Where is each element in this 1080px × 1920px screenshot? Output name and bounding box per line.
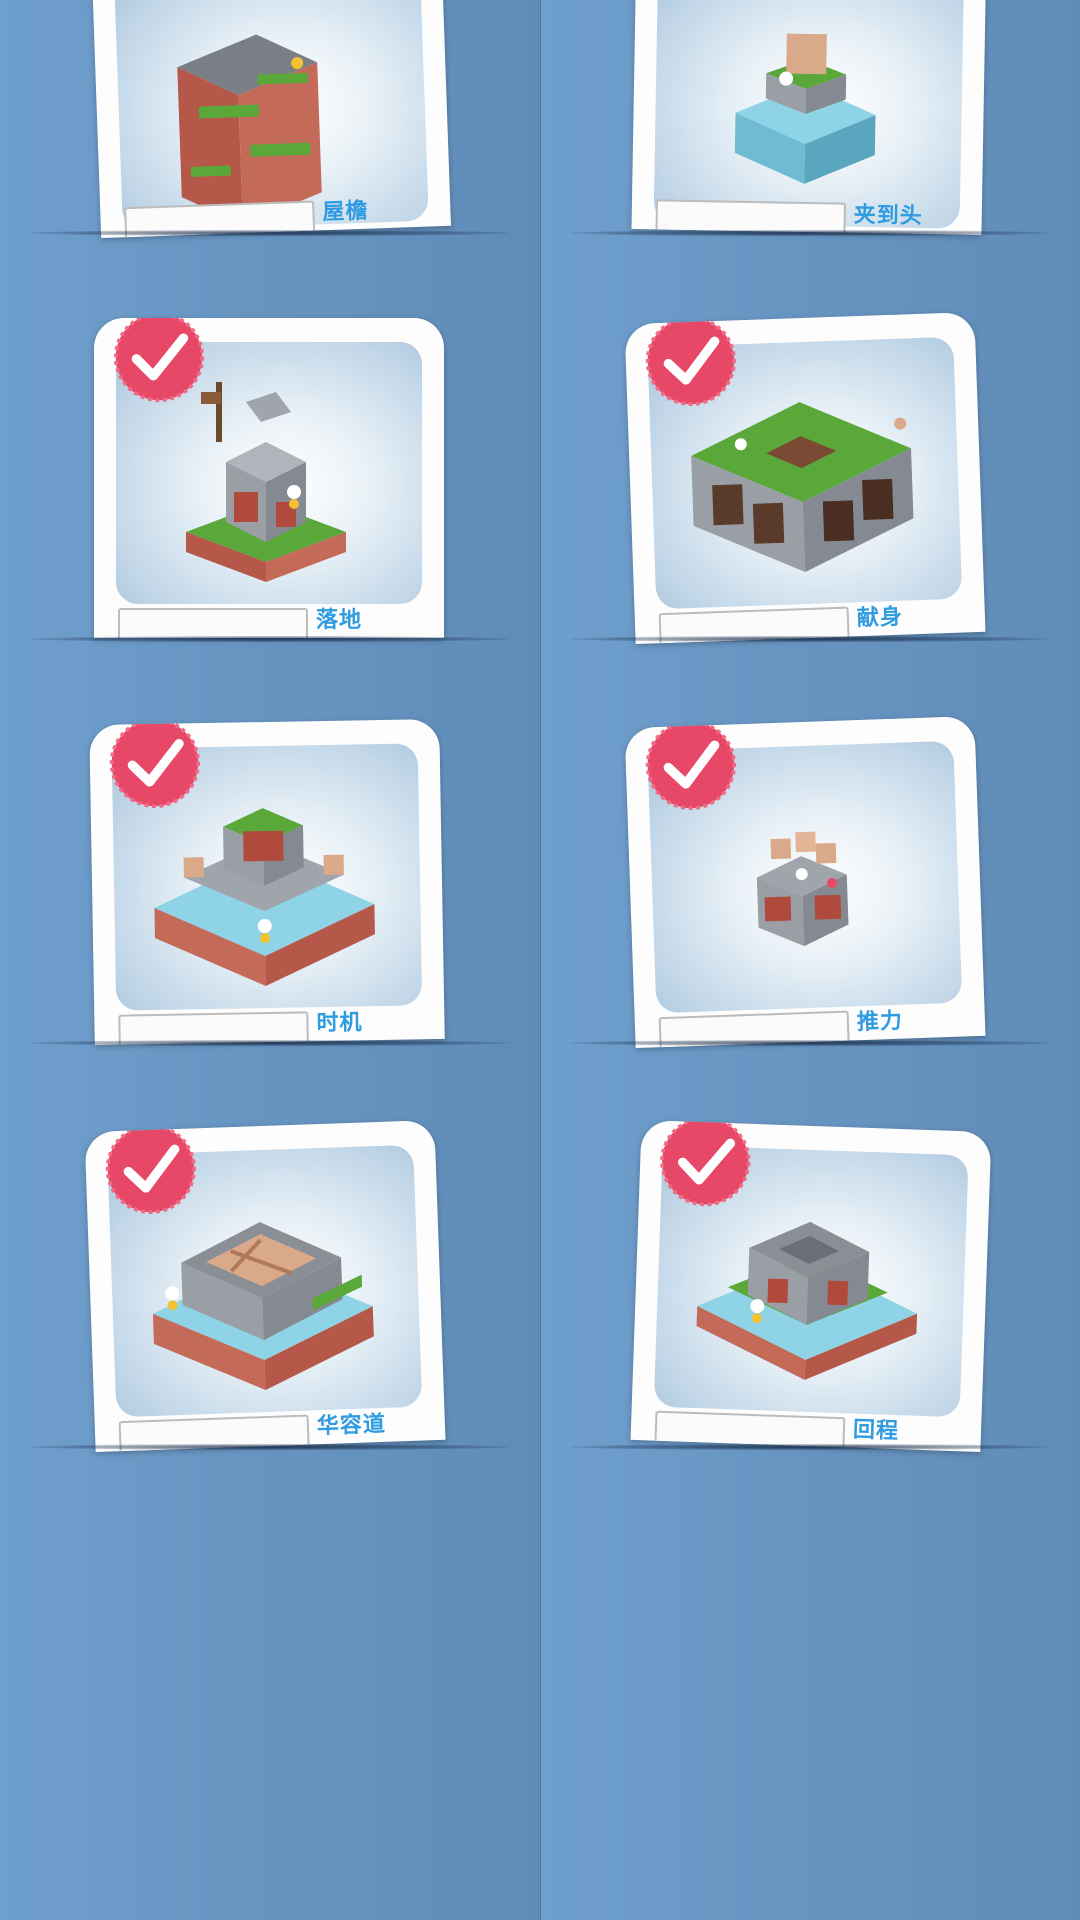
level-7-completed-badge	[105, 1123, 196, 1215]
level-card-6[interactable]: 推力	[624, 715, 986, 1049]
level-4-completed-badge	[645, 315, 736, 407]
level-2-preview	[653, 0, 965, 229]
level-5-title: 时机	[316, 1010, 363, 1037]
shelf-2-right	[570, 636, 1050, 642]
level-card-3[interactable]: 落地	[94, 318, 444, 638]
level-7-title: 华容道	[316, 1411, 387, 1440]
level-card-1[interactable]: 屋檐	[91, 0, 451, 239]
level-6-completed-badge	[645, 719, 736, 811]
level-5-completed-badge	[109, 718, 201, 809]
level-3-title: 落地	[316, 608, 363, 633]
shelf-4-left	[30, 1444, 510, 1450]
level-4-title: 献身	[856, 604, 904, 632]
shelf-1-left	[30, 230, 510, 236]
level-card-7[interactable]: 华容道	[84, 1119, 446, 1453]
level-6-title: 推力	[856, 1008, 904, 1036]
shelf-2-left	[30, 636, 510, 642]
shelf-1-right	[570, 230, 1050, 236]
shelf-4-right	[570, 1444, 1050, 1450]
level-1-title: 屋檐	[322, 198, 369, 226]
level-3-name-field	[118, 608, 308, 638]
shelf-3-left	[30, 1040, 510, 1046]
level-card-2[interactable]: 夹到头	[631, 0, 987, 236]
level-1-preview	[113, 0, 429, 232]
level-card-5[interactable]: 时机	[89, 718, 445, 1046]
level-card-8[interactable]: 回程	[630, 1119, 992, 1453]
level-2-title: 夹到头	[853, 202, 923, 230]
level-card-4[interactable]: 献身	[624, 311, 986, 645]
level-8-title: 回程	[852, 1417, 900, 1445]
level-8-completed-badge	[660, 1119, 751, 1207]
level-3-completed-badge	[113, 318, 205, 403]
shelf-3-right	[570, 1040, 1050, 1046]
